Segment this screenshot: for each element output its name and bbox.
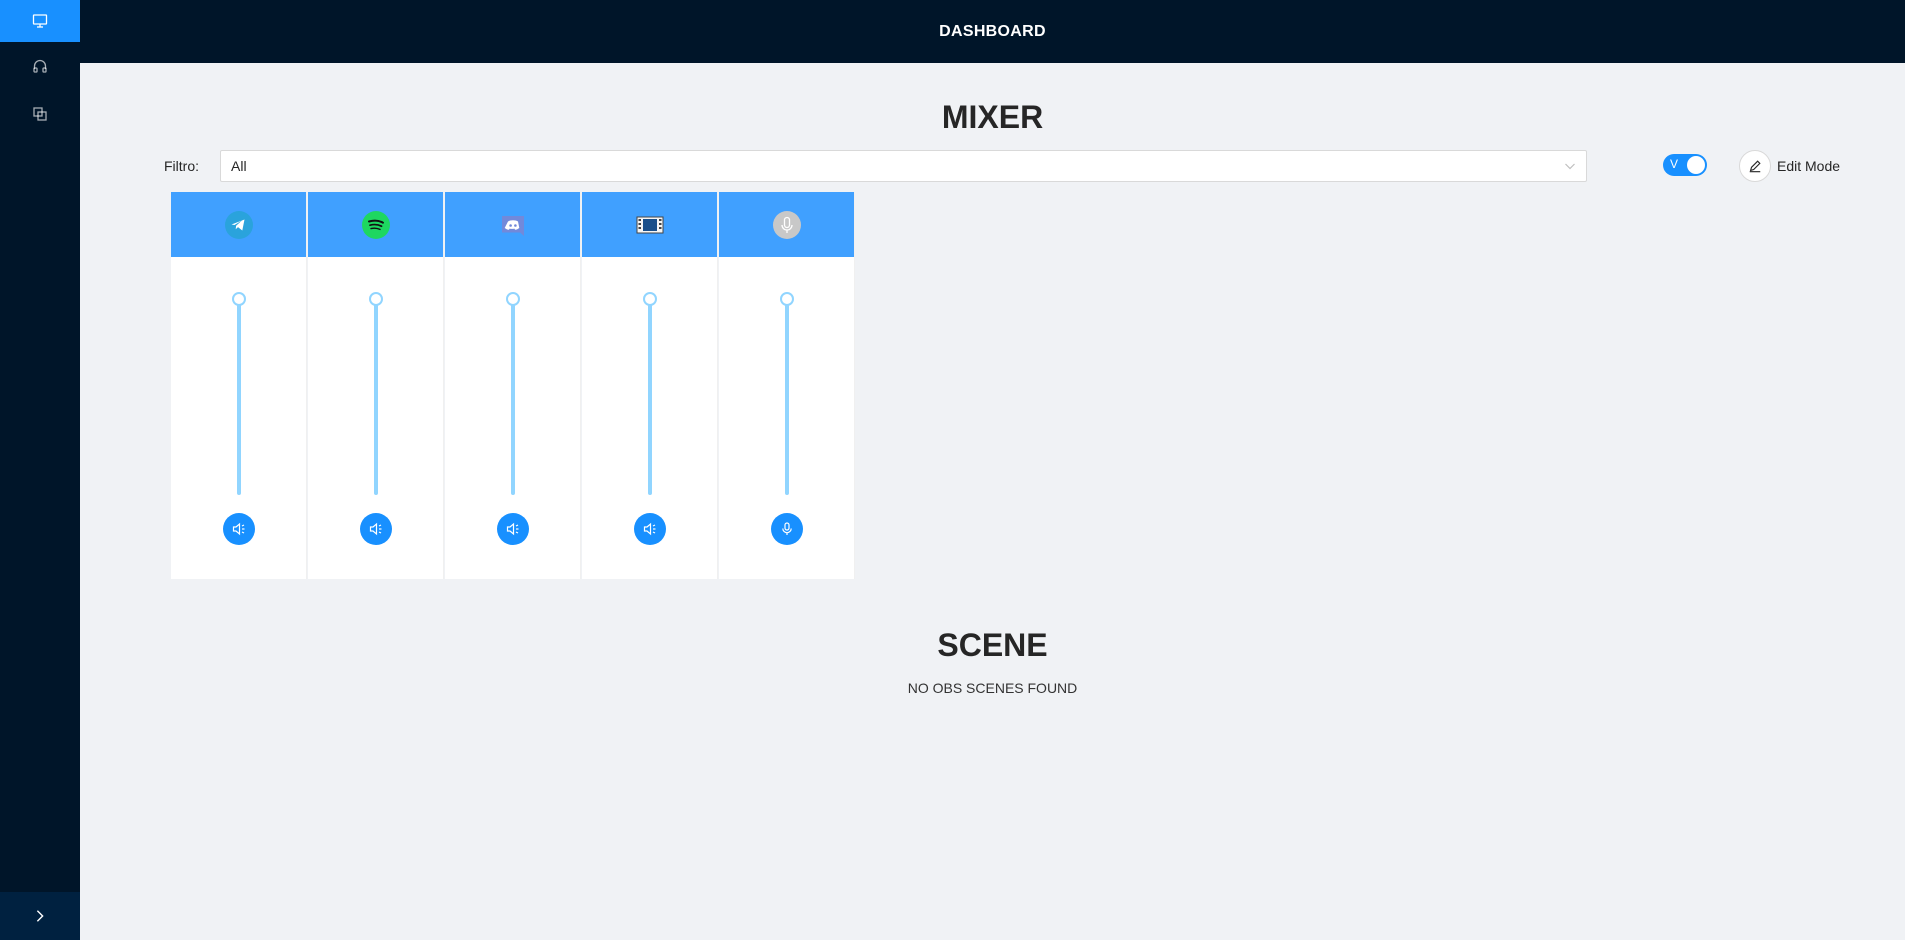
channel-header [582,192,717,257]
page-title: DASHBOARD [939,22,1046,40]
main-content: MIXER Filtro: All V Edit Mode SCENE NO O… [80,63,1905,940]
filter-select-value: All [231,158,247,174]
sidebar-item-dashboard[interactable] [0,0,80,42]
slider-handle[interactable] [643,292,657,306]
filter-select[interactable]: All [220,150,1587,182]
edit-circle [1739,150,1771,182]
channel-media [582,192,718,579]
sidebar-item-audio[interactable] [0,42,80,90]
sound-icon [643,522,656,536]
slider-handle[interactable] [232,292,246,306]
mute-button[interactable] [771,513,803,545]
scene-empty-message: NO OBS SCENES FOUND [907,680,1078,696]
slider-handle[interactable] [369,292,383,306]
headphones-icon [33,59,47,73]
volume-slider[interactable] [506,292,520,495]
volume-slider[interactable] [232,292,246,495]
edit-mode-label: Edit Mode [1777,158,1841,174]
edit-mode-button[interactable]: Edit Mode [1739,150,1840,182]
telegram-icon[interactable] [224,210,254,240]
sidebar-item-scenes[interactable] [0,90,80,138]
sound-icon [369,522,382,536]
microphone-icon[interactable] [772,210,802,240]
discord-icon[interactable] [498,210,528,240]
edit-icon [1749,160,1761,173]
block-icon [33,107,47,121]
header: DASHBOARD [80,0,1905,63]
channel-telegram [171,192,307,579]
channel-microphone [719,192,855,579]
sidebar-collapse-trigger[interactable] [0,892,80,940]
mixer-channels [171,192,856,579]
mode-toggle[interactable]: V [1663,154,1707,176]
slider-handle[interactable] [506,292,520,306]
volume-slider[interactable] [369,292,383,495]
toggle-knob [1687,156,1705,174]
scene-title: SCENE [937,627,1048,663]
sound-icon [232,522,245,536]
film-icon[interactable] [635,210,665,240]
chevron-right-icon [36,910,44,922]
desktop-icon [32,14,48,28]
sound-icon [506,522,519,536]
volume-slider[interactable] [643,292,657,495]
channel-header [171,192,306,257]
channel-header [445,192,580,257]
mute-button[interactable] [223,513,255,545]
toggle-label: V [1669,157,1678,171]
mixer-title: MIXER [941,99,1044,135]
mute-button[interactable] [634,513,666,545]
channel-discord [445,192,581,579]
microphone-icon [782,522,792,535]
sidebar [0,0,80,940]
filter-row: Filtro: [164,150,220,182]
mute-button[interactable] [360,513,392,545]
slider-handle[interactable] [780,292,794,306]
channel-header [719,192,854,257]
volume-slider[interactable] [780,292,794,495]
mute-button[interactable] [497,513,529,545]
filter-label: Filtro: [164,158,199,174]
channel-header [308,192,443,257]
channel-spotify [308,192,444,579]
spotify-icon[interactable] [361,210,391,240]
chevron-down-icon [1565,163,1575,170]
